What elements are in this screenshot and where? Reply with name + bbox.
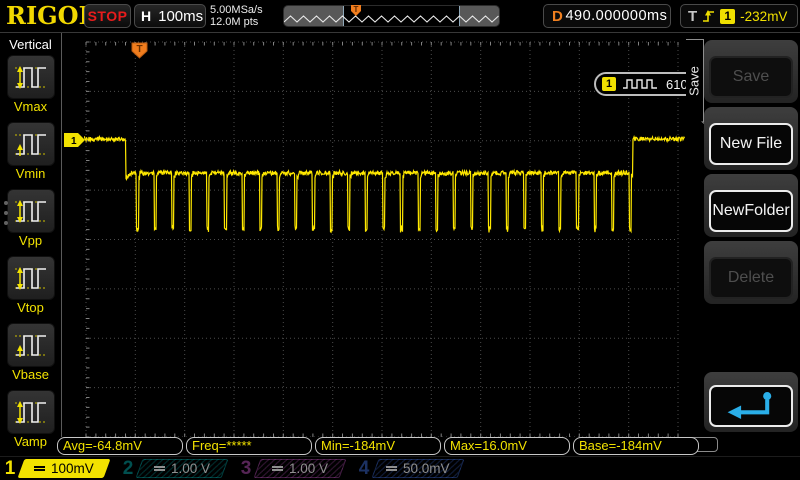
sidebar-item-label: Vpp xyxy=(6,233,56,249)
sidebar-item-vtop[interactable]: Vtop xyxy=(6,256,56,316)
waveform-display: 1 T 1 610.710 Hz xyxy=(62,33,686,437)
freq-counter-channel-badge: 1 xyxy=(602,77,616,91)
rigol-logo: RIGOL xyxy=(6,1,95,30)
channel-1-scale: 100mV xyxy=(51,461,94,476)
delay-value: 490.000000ms xyxy=(565,8,667,24)
right-soft-menu: Save Save New File NewFolder Delete xyxy=(686,33,800,437)
channel-2-scale: 1.00 V xyxy=(171,461,210,476)
vmin-icon xyxy=(7,122,55,166)
menu-tab-label: Save xyxy=(687,66,702,96)
sidebar-item-label: Vamp xyxy=(6,434,56,450)
delay-readout-box: D 490.000000ms xyxy=(543,4,671,28)
menu-slot-delete: Delete xyxy=(704,241,798,304)
acquisition-status: STOP xyxy=(84,4,131,28)
vamp-icon xyxy=(7,390,55,434)
memory-position-bar: T xyxy=(283,5,500,27)
oscilloscope-screen: RIGOL STOP H 100ms 5.00MSa/s 12.0M pts T… xyxy=(0,0,800,480)
sidebar-item-vmin[interactable]: Vmin xyxy=(6,122,56,182)
trigger-readout-box: T 1 -232mV xyxy=(680,4,798,28)
measurement-avg: Avg=-64.8mV xyxy=(57,437,183,455)
ch1-level-marker: 1 xyxy=(64,133,85,147)
vmax-icon xyxy=(7,55,55,99)
menu-slot-return xyxy=(704,372,798,432)
trigger-position-mini-icon: T xyxy=(350,4,362,18)
sample-rate: 5.00MSa/s xyxy=(210,4,263,16)
sidebar-item-vbase[interactable]: Vbase xyxy=(6,323,56,383)
menu-page-dots xyxy=(4,201,8,231)
t-label: T xyxy=(688,8,697,25)
sidebar-item-label: Vbase xyxy=(6,367,56,383)
acquisition-status-label: STOP xyxy=(88,8,128,24)
vbase-icon xyxy=(7,323,55,367)
vtop-icon xyxy=(7,256,55,300)
svg-text:T: T xyxy=(354,5,359,14)
menu-tab-save[interactable]: Save xyxy=(686,39,704,122)
sidebar-item-label: Vmin xyxy=(6,166,56,182)
memory-depth: 12.0M pts xyxy=(210,16,263,28)
new-folder-button[interactable]: NewFolder xyxy=(709,190,793,232)
svg-text:T: T xyxy=(136,44,142,55)
trigger-level-value: -232mV xyxy=(740,9,787,24)
return-arrow-icon xyxy=(721,388,781,424)
sidebar-item-vamp[interactable]: Vamp xyxy=(6,390,56,450)
d-label: D xyxy=(552,8,563,25)
horizontal-timebase-box: H 100ms xyxy=(134,4,206,28)
channel-3-scale-tag: 1.00 V xyxy=(254,459,347,478)
graticule-and-trace: 1 T xyxy=(62,33,686,437)
delete-button[interactable]: Delete xyxy=(709,257,793,299)
timebase-value: 100ms xyxy=(158,8,203,25)
channel-2-scale-tag: 1.00 V xyxy=(136,459,229,478)
channel-1-scale-tag: 100mV xyxy=(18,459,111,478)
measurement-max: Max=16.0mV xyxy=(444,437,570,455)
channel-4-scale: 50.0mV xyxy=(403,461,450,476)
sidebar-item-vmax[interactable]: Vmax xyxy=(6,55,56,115)
measurement-base: Base=-184mV xyxy=(573,437,699,455)
ch1-trace xyxy=(84,137,685,233)
menu-slot-new-file: New File xyxy=(704,107,798,170)
return-button[interactable] xyxy=(709,385,793,427)
dc-coupling-icon xyxy=(272,464,283,473)
left-menu-title: Vertical xyxy=(0,37,61,52)
dc-coupling-icon xyxy=(154,464,165,473)
top-status-bar: RIGOL STOP H 100ms 5.00MSa/s 12.0M pts T… xyxy=(0,0,800,33)
vpp-icon xyxy=(7,189,55,233)
trigger-position-marker: T xyxy=(132,43,147,58)
sidebar-item-label: Vtop xyxy=(6,300,56,316)
measurement-min: Min=-184mV xyxy=(315,437,441,455)
sample-rate-block: 5.00MSa/s 12.0M pts xyxy=(210,4,263,28)
dc-coupling-icon xyxy=(34,464,45,473)
measurement-bar: Avg=-64.8mV Freq=***** Min=-184mV Max=16… xyxy=(57,437,699,455)
h-label: H xyxy=(141,8,151,24)
channel-4-scale-tag: 50.0mV xyxy=(372,459,465,478)
channel-3-scale: 1.00 V xyxy=(289,461,328,476)
dc-coupling-icon xyxy=(386,464,397,473)
svg-text:1: 1 xyxy=(71,136,77,147)
channel-status-bar: 1 100mV 2 1.00 V 3 1.00 V xyxy=(0,456,800,480)
new-file-button[interactable]: New File xyxy=(709,123,793,165)
sidebar-item-vpp[interactable]: Vpp xyxy=(6,189,56,249)
save-button[interactable]: Save xyxy=(709,56,793,98)
rising-edge-icon xyxy=(702,8,715,24)
menu-slot-new-folder: NewFolder xyxy=(704,174,798,237)
square-wave-icon xyxy=(622,78,660,90)
menu-slot-save: Save xyxy=(704,40,798,103)
memory-waveform-icon xyxy=(284,6,499,26)
trigger-source-badge: 1 xyxy=(720,9,735,24)
measurement-freq: Freq=***** xyxy=(186,437,312,455)
left-measure-menu: Vertical Vmax Vmin Vpp Vtop xyxy=(0,33,62,437)
sidebar-item-label: Vmax xyxy=(6,99,56,115)
